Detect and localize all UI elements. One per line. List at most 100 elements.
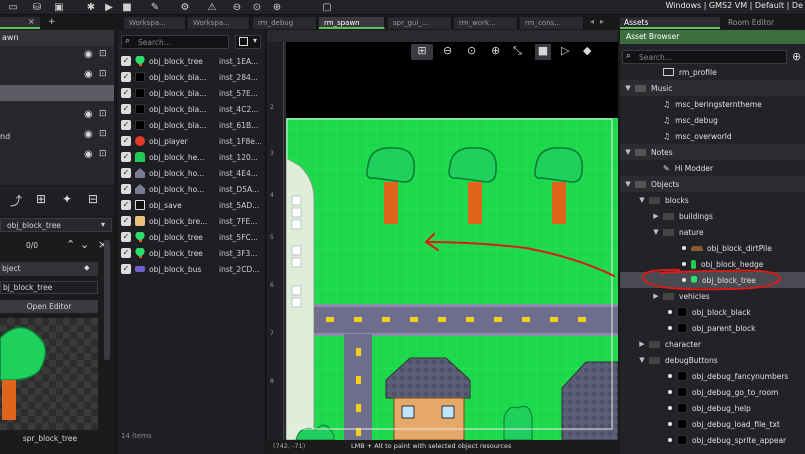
asset-row[interactable]: ▶ character xyxy=(620,336,805,352)
chevron-right-icon[interactable]: ▶ xyxy=(638,340,646,348)
instance-row[interactable]: ✓ obj_block_he... inst_120... xyxy=(117,149,267,165)
tab-rm-cons[interactable]: rm_cons... xyxy=(520,17,584,29)
visibility-checkbox[interactable]: ✓ xyxy=(121,168,131,178)
visibility-checkbox[interactable]: ✓ xyxy=(121,104,131,114)
tab-scroll-left-icon[interactable]: ◂ xyxy=(590,17,594,26)
visibility-checkbox[interactable]: ✓ xyxy=(121,56,131,66)
zoom-reset-icon[interactable]: ⊙ xyxy=(467,44,476,57)
asset-row[interactable]: ♫ msc_beringsterntheme xyxy=(620,96,805,112)
instance-row[interactable]: ✓ obj_player inst_1F8e... xyxy=(117,133,267,149)
instance-row[interactable]: ✓ obj_block_bla... inst_284... xyxy=(117,69,267,85)
debug-icon[interactable]: ✱ xyxy=(84,0,98,14)
instance-row[interactable]: ✓ obj_save inst_5AD... xyxy=(117,197,267,213)
tab-rm-spawn[interactable]: rm_spawn xyxy=(319,17,385,29)
zoom-in-icon[interactable]: ⊕ xyxy=(491,44,500,57)
stop-icon[interactable]: ■ xyxy=(535,44,551,60)
instance-row[interactable]: ✓ obj_block_bla... inst_61B... xyxy=(117,117,267,133)
asset-row[interactable]: obj_debug_go_to_room xyxy=(620,384,805,400)
instances-search[interactable]: ⌕ Search... xyxy=(121,35,229,49)
visibility-checkbox[interactable]: ✓ xyxy=(121,264,131,274)
eye-icon[interactable]: ◉ xyxy=(84,69,93,80)
add-tab-icon[interactable]: + xyxy=(48,17,56,27)
visibility-checkbox[interactable]: ✓ xyxy=(121,88,131,98)
layer-folder-icon[interactable]: ⊟ xyxy=(88,192,98,206)
asset-row[interactable]: ✎ Hi Modder xyxy=(620,160,805,176)
visibility-checkbox[interactable]: ✓ xyxy=(121,248,131,258)
visibility-checkbox[interactable]: ✓ xyxy=(121,120,131,130)
bug-icon[interactable]: ⚠ xyxy=(205,0,219,14)
grid-icon[interactable]: ⊞ xyxy=(411,44,433,60)
tab-rm-debug[interactable]: rm_debug xyxy=(253,17,317,29)
view-toggle-button[interactable]: ▾ xyxy=(235,35,261,49)
zoom-out-icon[interactable]: ⊖ xyxy=(230,0,244,14)
asset-row[interactable]: ▼ Music xyxy=(620,80,805,96)
file-icon[interactable]: ▭ xyxy=(6,0,20,14)
layer-row-selected[interactable] xyxy=(0,85,114,101)
instance-row[interactable]: ✓ obj_block_ho... inst_D5A... xyxy=(117,181,267,197)
instance-row[interactable]: ✓ obj_block_bla... inst_57E... xyxy=(117,85,267,101)
monitor-icon[interactable]: ▢ xyxy=(320,0,334,14)
lock-icon[interactable]: ⊡ xyxy=(99,109,107,119)
instance-row[interactable]: ✓ obj_block_tree inst_3F3... xyxy=(117,245,267,261)
zoom-reset-icon[interactable]: ⊙ xyxy=(250,0,264,14)
instance-row[interactable]: ✓ obj_block_tree inst_5FC... xyxy=(117,229,267,245)
settings-icon[interactable]: ⚙ xyxy=(178,0,192,14)
layer-add-icon[interactable]: ⊞ xyxy=(36,192,46,206)
zoom-in-icon[interactable]: ⊕ xyxy=(270,0,284,14)
instance-row[interactable]: ✓ obj_block_ho... inst_4E4... xyxy=(117,165,267,181)
instance-row[interactable]: ✓ obj_block_tree inst_1EA... xyxy=(117,53,267,69)
asset-row[interactable]: ▶ buildings xyxy=(620,208,805,224)
visibility-checkbox[interactable]: ✓ xyxy=(121,232,131,242)
asset-row[interactable]: rm_profile xyxy=(620,64,805,80)
resize-icon[interactable]: ⤡ xyxy=(513,44,522,58)
tab-spr-gui[interactable]: spr_gui_... xyxy=(388,17,452,29)
asset-search[interactable]: ⌕ Search... xyxy=(622,50,787,64)
zoom-out-icon[interactable]: ⊖ xyxy=(443,44,452,57)
asset-row[interactable]: obj_debug_sprite_appear xyxy=(620,432,805,448)
layer-row[interactable]: ◉ ⊡ xyxy=(0,106,114,126)
eye-icon[interactable]: ◉ xyxy=(84,129,93,140)
lock-icon[interactable]: ⊡ xyxy=(99,129,107,139)
chevron-right-icon[interactable]: ▶ xyxy=(652,212,660,220)
object-field[interactable]: bj_block_tree xyxy=(0,281,98,294)
asset-row[interactable]: obj_debug_help xyxy=(620,400,805,416)
save-icon[interactable]: ⛁ xyxy=(30,0,44,14)
chevron-down-icon[interactable]: ▼ xyxy=(638,356,646,364)
visibility-checkbox[interactable]: ✓ xyxy=(121,200,131,210)
lock-icon[interactable]: ⊡ xyxy=(99,149,107,159)
tab-workspace-1[interactable]: Workspa... xyxy=(124,17,186,29)
instance-row[interactable]: ✓ obj_block_bla... inst_4C2... xyxy=(117,101,267,117)
lock-icon[interactable]: ⊡ xyxy=(99,49,107,59)
layer-row[interactable]: ◉ ⊡ xyxy=(0,146,114,166)
chevron-down-icon[interactable]: ▼ xyxy=(652,228,660,236)
asset-row[interactable]: obj_block_black xyxy=(620,304,805,320)
eye-icon[interactable]: ◉ xyxy=(84,149,93,160)
asset-row[interactable]: ▼ blocks xyxy=(620,192,805,208)
layer-row[interactable]: nd ◉ ⊡ xyxy=(0,126,114,146)
clean-icon[interactable]: ✎ xyxy=(148,0,162,14)
chevron-down-icon[interactable]: ⌄ xyxy=(80,238,89,251)
asset-row[interactable]: obj_parent_block xyxy=(620,320,805,336)
asset-row[interactable]: obj_debug_load_file_txt xyxy=(620,416,805,432)
asset-row[interactable]: obj_debug_fancynumbers xyxy=(620,368,805,384)
eye-icon[interactable]: ◉ xyxy=(84,49,93,60)
visibility-checkbox[interactable]: ✓ xyxy=(121,184,131,194)
asset-row[interactable]: ▼ nature xyxy=(620,224,805,240)
chevron-down-icon[interactable]: ▼ xyxy=(638,196,646,204)
left-scrollbar[interactable] xyxy=(104,240,110,360)
open-editor-button[interactable]: Open Editor xyxy=(0,300,98,313)
asset-row[interactable]: ▼ Notes xyxy=(620,144,805,160)
play-icon[interactable]: ▷ xyxy=(561,44,569,57)
asset-row[interactable]: ♫ msc_overworld xyxy=(620,128,805,144)
chevron-down-icon[interactable]: ▼ xyxy=(624,180,632,188)
layer-row[interactable]: ◉ ⊡ xyxy=(0,66,114,86)
asset-row[interactable]: ♫ msc_debug xyxy=(620,112,805,128)
object-selector[interactable]: obj_block_tree ▾ xyxy=(0,218,112,232)
chevron-up-icon[interactable]: ⌃ xyxy=(66,238,75,251)
add-asset-icon[interactable]: ⊕ xyxy=(792,50,801,63)
stop-icon[interactable]: ■ xyxy=(120,0,134,14)
visibility-checkbox[interactable]: ✓ xyxy=(121,72,131,82)
package-icon[interactable]: ▣ xyxy=(52,0,66,14)
tab-room-editor[interactable]: Room Editor xyxy=(724,17,804,29)
eraser-icon[interactable]: ◆ xyxy=(583,44,591,57)
